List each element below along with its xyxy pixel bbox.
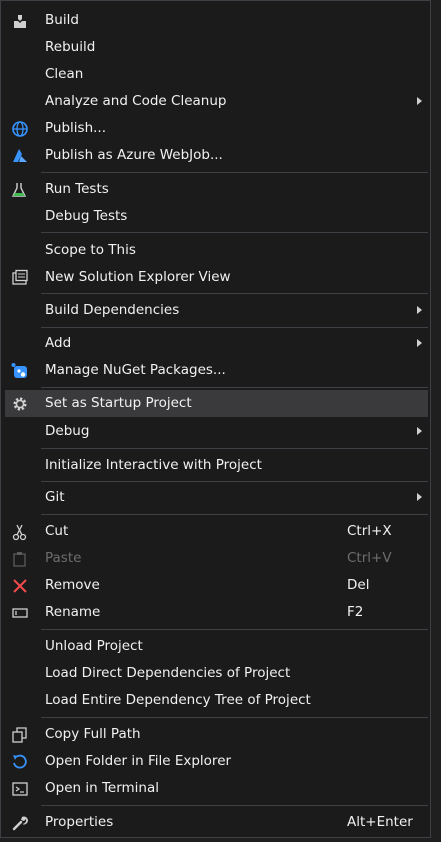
menu-item-label: Set as Startup Project (45, 395, 192, 411)
submenu-arrow-icon (417, 339, 422, 347)
rename-icon (12, 608, 28, 618)
shortcut-text: Ctrl+V (347, 550, 392, 566)
separator (41, 172, 428, 173)
separator (41, 629, 428, 630)
shortcut-text: Alt+Enter (347, 814, 413, 830)
menu-item-label: Debug Tests (45, 208, 128, 224)
menu-item-label: Run Tests (45, 181, 109, 197)
solution-explorer-view-icon (12, 269, 28, 285)
menu-item-publish-webjob[interactable]: Publish as Azure WebJob... (5, 142, 428, 169)
separator (41, 717, 428, 718)
menu-item-label: Manage NuGet Packages... (45, 362, 226, 378)
menu-item-properties[interactable]: Properties Alt+Enter (5, 809, 428, 836)
separator (41, 387, 428, 388)
menu-item-new-view[interactable]: New Solution Explorer View (5, 264, 428, 291)
separator (41, 293, 428, 294)
menu-item-publish[interactable]: Publish... (5, 115, 428, 142)
menu-item-label: Initialize Interactive with Project (45, 457, 262, 473)
menu-item-scope[interactable]: Scope to This (5, 237, 428, 264)
menu-item-label: Publish... (45, 120, 106, 136)
menu-item-git[interactable]: Git (5, 484, 428, 511)
azure-icon (13, 149, 27, 162)
menu-item-rebuild[interactable]: Rebuild (5, 34, 428, 61)
globe-icon (12, 121, 28, 137)
menu-item-clean[interactable]: Clean (5, 61, 428, 88)
menu-item-label: Cut (45, 523, 69, 539)
copy-icon (12, 727, 27, 743)
menu-item-label: Rebuild (45, 39, 96, 55)
menu-item-label: Load Direct Dependencies of Project (45, 665, 291, 681)
menu-item-label: Clean (45, 66, 84, 82)
menu-item-label: New Solution Explorer View (45, 269, 231, 285)
menu-item-label: Copy Full Path (45, 726, 141, 742)
menu-item-cut[interactable]: Cut Ctrl+X (5, 518, 428, 545)
separator (41, 448, 428, 449)
menu-item-label: Scope to This (45, 242, 136, 258)
menu-item-label: Remove (45, 577, 100, 593)
menu-item-label: Build Dependencies (45, 302, 180, 318)
menu-item-run-tests[interactable]: Run Tests (5, 176, 428, 203)
submenu-arrow-icon (417, 427, 422, 435)
remove-x-icon (13, 579, 27, 593)
terminal-icon (12, 782, 28, 796)
separator (41, 232, 428, 233)
menu-item-open-terminal[interactable]: Open in Terminal (5, 775, 428, 802)
menu-item-label: Load Entire Dependency Tree of Project (45, 692, 311, 708)
wrench-icon (12, 816, 28, 831)
submenu-arrow-icon (417, 493, 422, 501)
separator (41, 805, 428, 806)
menu-item-remove[interactable]: Remove Del (5, 572, 428, 599)
menu-item-label: Properties (45, 814, 114, 830)
menu-item-add[interactable]: Add (5, 330, 428, 357)
menu-item-label: Open in Terminal (45, 780, 159, 796)
menu-item-label: Debug (45, 423, 90, 439)
menu-item-label: Build (45, 12, 79, 28)
menu-item-debug-tests[interactable]: Debug Tests (5, 203, 428, 230)
clipboard-icon (13, 552, 26, 567)
menu-item-build-dependencies[interactable]: Build Dependencies (5, 297, 428, 324)
menu-item-label: Open Folder in File Explorer (45, 753, 232, 769)
separator (41, 327, 428, 328)
menu-item-nuget[interactable]: Manage NuGet Packages... (5, 357, 428, 384)
separator (41, 481, 428, 482)
menu-item-load-entire[interactable]: Load Entire Dependency Tree of Project (5, 687, 428, 714)
menu-item-open-folder[interactable]: Open Folder in File Explorer (5, 748, 428, 775)
menu-item-load-direct[interactable]: Load Direct Dependencies of Project (5, 660, 428, 687)
menu-item-set-startup[interactable]: Set as Startup Project (5, 390, 428, 417)
scissors-icon (12, 524, 27, 541)
menu-item-label: Rename (45, 604, 101, 620)
menu-item-copy-path[interactable]: Copy Full Path (5, 721, 428, 748)
menu-item-unload[interactable]: Unload Project (5, 633, 428, 660)
nuget-icon (11, 363, 27, 378)
menu-item-analyze[interactable]: Analyze and Code Cleanup (5, 88, 428, 115)
build-icon (14, 15, 26, 28)
context-menu: Build Rebuild Clean Analyze and Code Cle… (0, 0, 431, 838)
menu-item-paste: Paste Ctrl+V (5, 545, 428, 572)
gear-icon (13, 397, 27, 411)
menu-item-initialize-interactive[interactable]: Initialize Interactive with Project (5, 452, 428, 479)
menu-item-build[interactable]: Build (5, 7, 428, 34)
menu-item-label: Unload Project (45, 638, 143, 654)
menu-item-label: Git (45, 489, 65, 505)
shortcut-text: Ctrl+X (347, 523, 392, 539)
shortcut-text: Del (347, 577, 370, 593)
menu-item-rename[interactable]: Rename F2 (5, 599, 428, 626)
menu-item-label: Analyze and Code Cleanup (45, 93, 227, 109)
menu-item-label: Add (45, 335, 72, 351)
menu-item-debug[interactable]: Debug (5, 418, 428, 445)
menu-item-label: Publish as Azure WebJob... (45, 147, 223, 163)
separator (41, 514, 428, 515)
submenu-arrow-icon (417, 306, 422, 314)
flask-icon (11, 183, 27, 197)
shortcut-text: F2 (347, 604, 364, 620)
refresh-arrow-icon (13, 754, 27, 769)
menu-item-label: Paste (45, 550, 82, 566)
submenu-arrow-icon (417, 97, 422, 105)
